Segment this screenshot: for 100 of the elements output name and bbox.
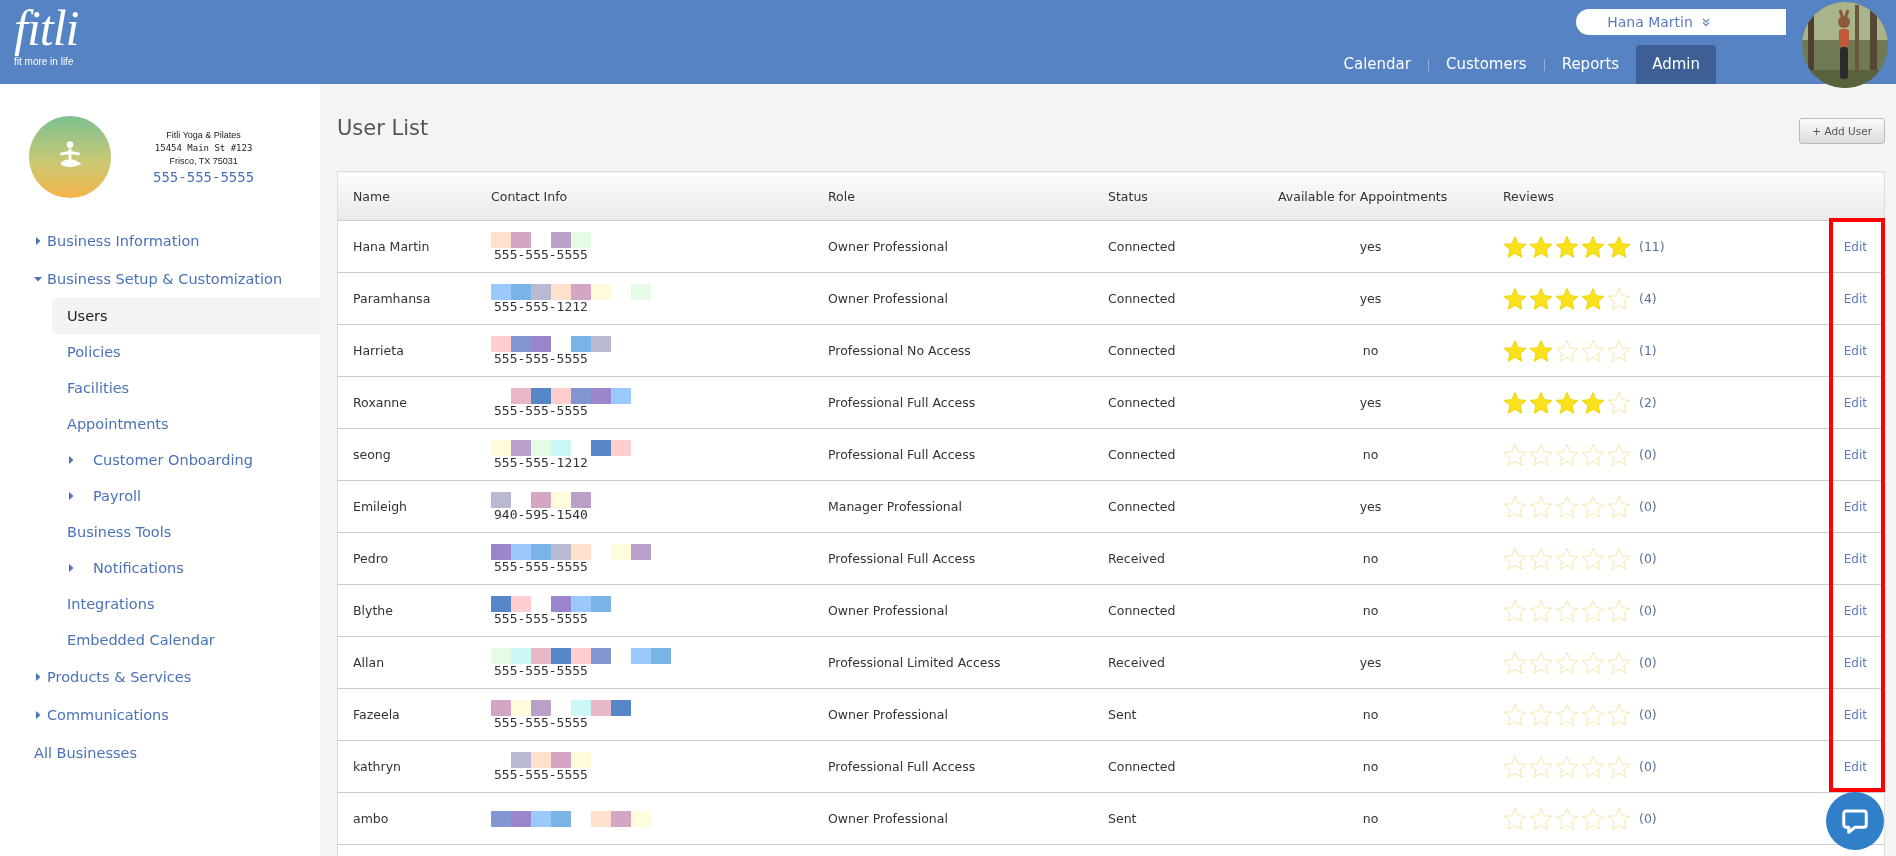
review-count: (2) [1639,395,1657,410]
brand-tagline: fit more in life [14,56,75,67]
sidebar-item[interactable]: Products & Services [0,658,320,696]
caret-icon [34,710,42,720]
add-user-button[interactable]: + Add User [1799,118,1885,144]
sidebar-item[interactable]: Facilities [52,370,320,406]
table-cell: no [1278,324,1503,377]
table-cell: Pedro [337,532,491,585]
star-icon [1581,806,1605,831]
table-cell: Fazeela [337,688,491,741]
star-icon [1555,806,1579,831]
sidebar-item[interactable]: Business Information [0,222,320,260]
sidebar-item[interactable]: All Businesses [0,734,320,772]
star-icon [1503,234,1527,259]
table-cell: Owner Professional [828,792,1108,845]
nav-tab[interactable]: Reports [1544,45,1637,84]
edit-link[interactable]: Edit [1843,240,1867,254]
star-icon [1503,650,1527,675]
edit-link[interactable]: Edit [1843,500,1867,514]
edit-link[interactable]: Edit [1843,552,1867,566]
edit-link[interactable]: Edit [1843,760,1867,774]
phone-number: 940-595-1540 [493,507,589,522]
star-icon [1529,390,1553,415]
sidebar-item[interactable]: Policies [52,334,320,370]
star-icon [1581,754,1605,779]
edit-link[interactable]: Edit [1843,292,1867,306]
star-icon [1581,546,1605,571]
review-count: (0) [1639,811,1657,826]
caret-icon [34,274,42,284]
sidebar-item[interactable]: Communications [0,696,320,734]
business-address: 15454 Main St #123 [154,141,253,155]
sidebar-item[interactable]: Embedded Calendar [52,622,320,658]
table-cell: Professional No Access [828,324,1108,377]
star-icon [1503,598,1527,623]
star-icon [1581,234,1605,259]
table-cell: Emileigh [337,480,491,533]
sidebar-item[interactable]: Business Tools [52,514,320,550]
phone-number: 555-555-1212 [493,299,589,314]
nav-tab[interactable]: Customers [1428,45,1544,84]
star-icon [1529,286,1553,311]
table-cell: Blythe [337,584,491,637]
star-icon [1529,806,1553,831]
column-header: Contact Info [491,171,828,221]
sidebar-item[interactable]: Customer Onboarding [52,442,320,478]
user-menu-button[interactable]: Hana Martin [1576,9,1786,35]
table-cell: Owner Professional [828,272,1108,325]
phone-number: 555-555-5555 [493,403,589,418]
star-icon [1503,286,1527,311]
star-icon [1607,390,1631,415]
edit-link[interactable]: Edit [1843,396,1867,410]
caret-icon [67,491,75,501]
business-city: Frisco, TX 75031 [169,154,238,168]
table-cell: no [1278,740,1503,793]
table-cell: Connected [1108,480,1278,533]
table-cell: Sent [1108,792,1278,845]
table-cell: Allan [337,636,491,689]
star-icon [1503,546,1527,571]
table-cell: seong [337,428,491,481]
edit-link[interactable]: Edit [1843,656,1867,670]
star-icon [1581,598,1605,623]
sidebar-item[interactable]: Appointments [52,406,320,442]
sidebar-item[interactable]: Notifications [52,550,320,586]
star-icon [1581,442,1605,467]
star-icon [1555,702,1579,727]
star-icon [1581,286,1605,311]
caret-icon [34,236,42,246]
edit-link[interactable]: Edit [1843,604,1867,618]
star-icon [1607,702,1631,727]
edit-link[interactable]: Edit [1843,448,1867,462]
sidebar-item[interactable]: Business Setup & Customization [0,260,320,298]
sidebar-item[interactable]: Users [52,298,320,334]
star-icon [1607,546,1631,571]
table-cell: Received [1108,636,1278,689]
star-icon [1607,234,1631,259]
table-cell: Received [1108,532,1278,585]
star-icon [1555,390,1579,415]
phone-number: 555-555-5555 [493,559,589,574]
star-icon [1607,754,1631,779]
brand-logo: fitli [14,2,79,54]
table-cell: Owner Professional [828,688,1108,741]
nav-tab[interactable]: Admin [1636,45,1716,84]
table-cell: Manager Professional [828,480,1108,533]
star-icon [1607,286,1631,311]
caret-icon [67,563,75,573]
table-cell: yes [1278,272,1503,325]
star-icon [1529,702,1553,727]
sidebar-item[interactable]: Payroll [52,478,320,514]
edit-link[interactable]: Edit [1843,344,1867,358]
edit-link[interactable]: Edit [1843,708,1867,722]
table-cell: yes [1278,220,1503,273]
nav-tab[interactable]: Calendar [1326,45,1428,84]
star-icon [1581,390,1605,415]
table-cell: ambo [337,792,491,845]
star-icon [1607,598,1631,623]
star-icon [1581,338,1605,363]
review-count: (0) [1639,655,1657,670]
table-cell: Connected [1108,428,1278,481]
table-cell: Connected [1108,272,1278,325]
table-cell: Professional Limited Access [828,636,1108,689]
sidebar-item[interactable]: Integrations [52,586,320,622]
